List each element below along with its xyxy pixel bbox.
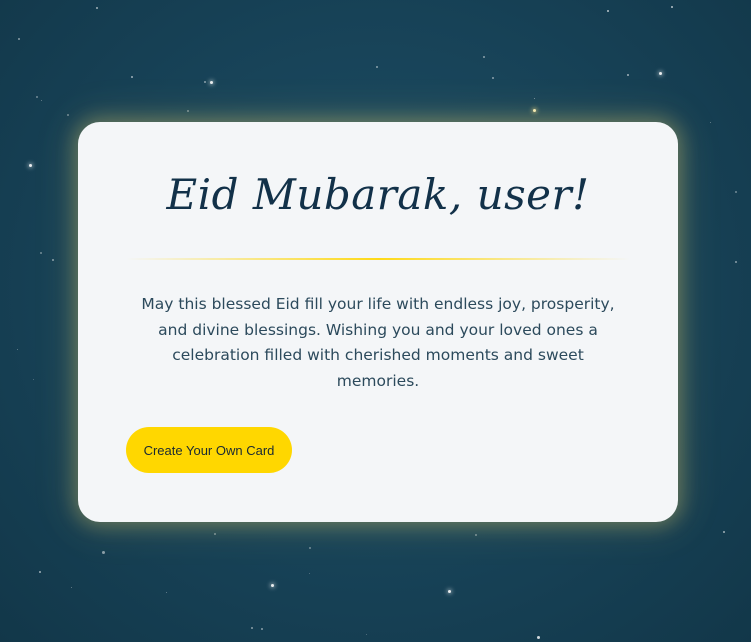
star bbox=[67, 114, 69, 116]
create-card-button[interactable]: Create Your Own Card bbox=[126, 427, 292, 473]
star bbox=[735, 261, 737, 263]
star bbox=[534, 98, 535, 99]
star bbox=[475, 534, 477, 536]
star bbox=[376, 66, 378, 68]
star bbox=[251, 627, 253, 629]
star bbox=[723, 531, 725, 533]
star bbox=[36, 96, 38, 98]
star bbox=[102, 551, 105, 554]
star bbox=[627, 74, 629, 76]
star bbox=[204, 81, 206, 83]
star bbox=[41, 100, 42, 101]
star bbox=[537, 636, 540, 639]
greeting-title: Eid Mubarak, user! bbox=[166, 170, 590, 219]
star bbox=[261, 628, 263, 630]
star bbox=[131, 76, 133, 78]
star bbox=[448, 590, 451, 593]
star bbox=[659, 72, 662, 75]
star bbox=[309, 573, 310, 574]
greeting-card: Eid Mubarak, user! May this blessed Eid … bbox=[78, 122, 678, 522]
title-divider bbox=[126, 258, 630, 260]
star bbox=[40, 252, 42, 254]
star bbox=[18, 38, 20, 40]
star bbox=[492, 77, 494, 79]
star bbox=[309, 547, 311, 549]
star bbox=[607, 10, 609, 12]
star bbox=[710, 122, 711, 123]
star bbox=[210, 81, 213, 84]
star bbox=[33, 379, 34, 380]
star bbox=[166, 592, 167, 593]
star bbox=[671, 6, 673, 8]
star bbox=[71, 587, 72, 588]
star bbox=[17, 349, 18, 350]
star bbox=[52, 259, 54, 261]
star bbox=[271, 584, 274, 587]
greeting-message: May this blessed Eid fill your life with… bbox=[141, 295, 615, 390]
star bbox=[96, 7, 98, 9]
star bbox=[366, 634, 367, 635]
star bbox=[29, 164, 32, 167]
star bbox=[187, 110, 189, 112]
star bbox=[214, 533, 216, 535]
star bbox=[735, 191, 737, 193]
star bbox=[533, 109, 536, 112]
star bbox=[39, 571, 41, 573]
star bbox=[483, 56, 485, 58]
